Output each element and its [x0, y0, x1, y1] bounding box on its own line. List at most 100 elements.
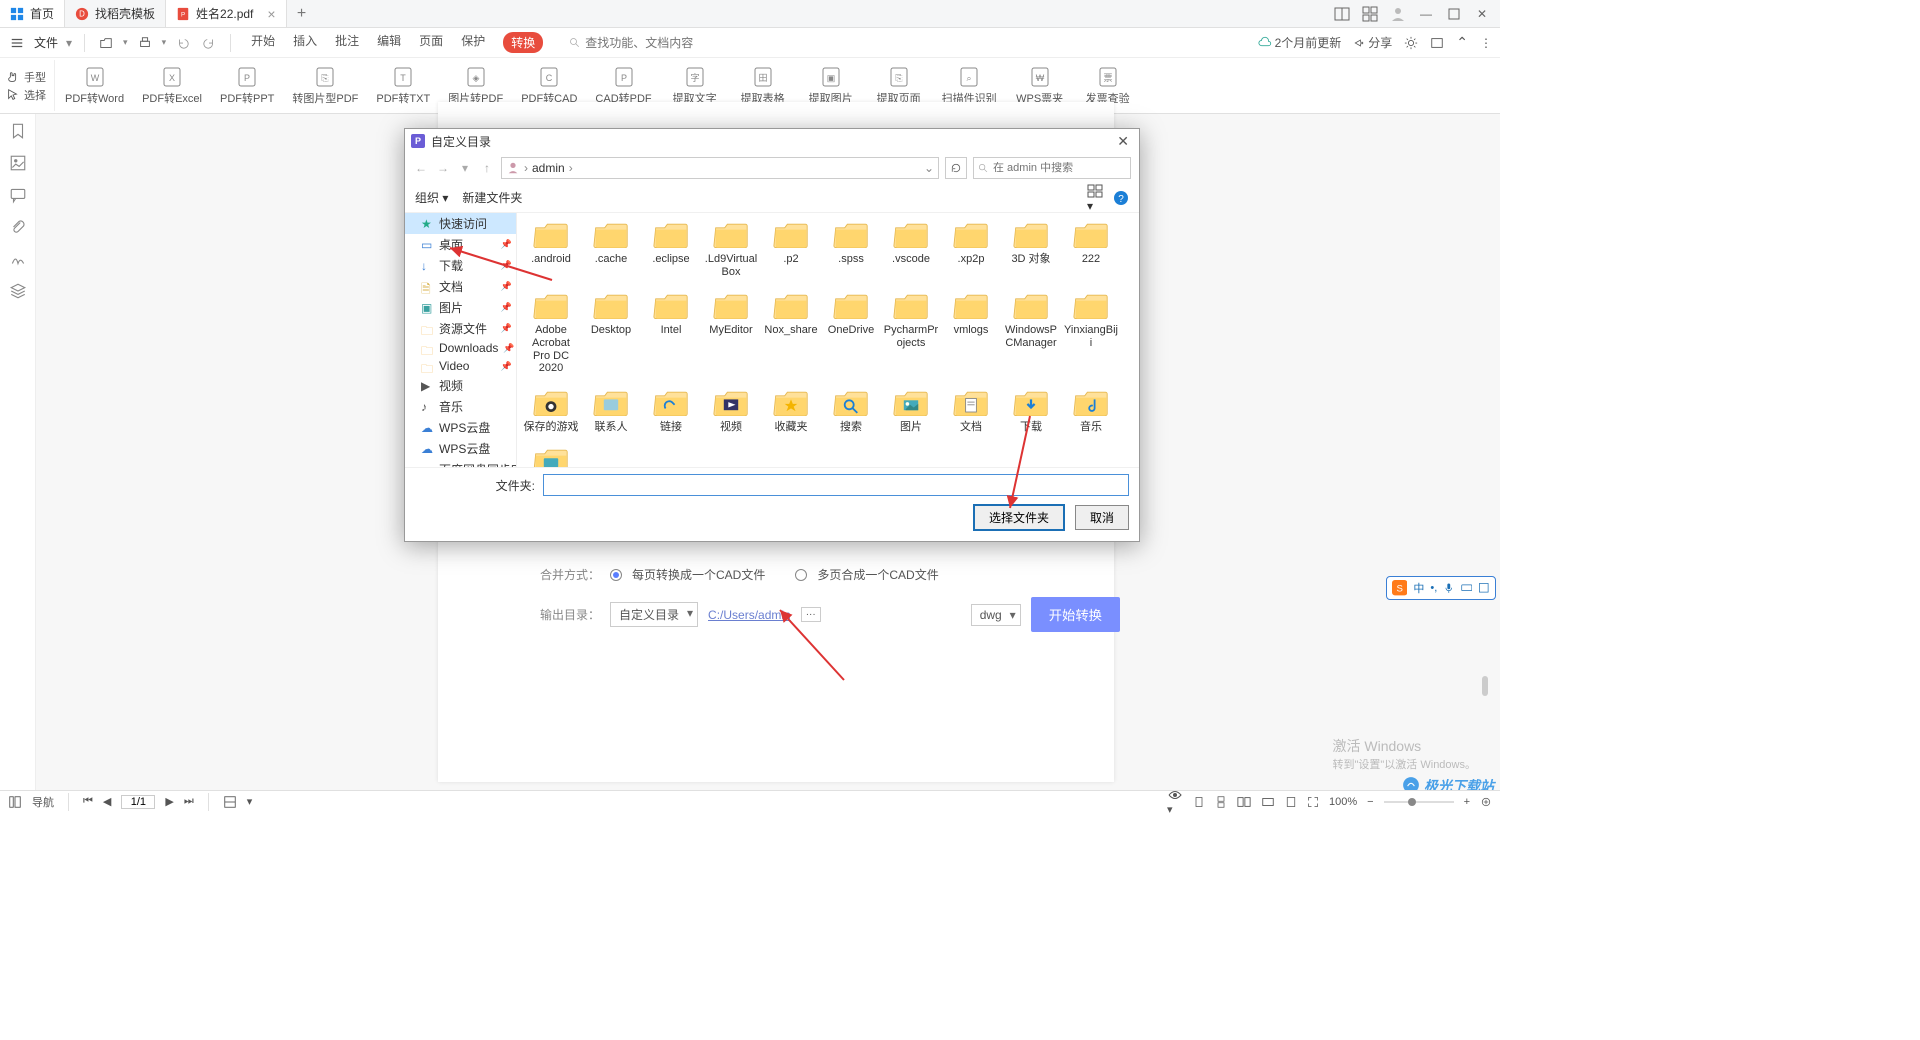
layers-icon[interactable]: [9, 282, 27, 300]
fit-icon[interactable]: [223, 795, 237, 809]
nav-label[interactable]: 导航: [32, 794, 54, 810]
select-mode[interactable]: 选择: [6, 87, 46, 103]
file-item[interactable]: 桌面: [523, 445, 579, 467]
maximize-icon[interactable]: [1442, 2, 1466, 26]
tree-item[interactable]: ▭桌面📌: [405, 234, 516, 255]
ime-keyboard-icon[interactable]: [1461, 582, 1473, 594]
up-icon[interactable]: ↑: [479, 161, 495, 175]
chevron-down-icon[interactable]: ▾: [162, 37, 167, 48]
file-item[interactable]: .android: [523, 219, 579, 278]
thumbnail-icon[interactable]: [9, 154, 27, 172]
fullscreen-icon[interactable]: [1307, 796, 1319, 808]
file-item[interactable]: Nox_share: [763, 290, 819, 375]
dialog-tree[interactable]: ★快速访问▭桌面📌↓下载📌🗎文档📌▣图片📌🗀资源文件📌🗀Downloads📌🗀V…: [405, 213, 517, 467]
minimize-icon[interactable]: —: [1414, 2, 1438, 26]
tree-item[interactable]: 🗎文档📌: [405, 276, 516, 297]
single-page-icon[interactable]: [1193, 796, 1205, 808]
back-icon[interactable]: ←: [413, 161, 429, 175]
layout-dropdown-icon[interactable]: ▾: [247, 795, 253, 808]
menu-start[interactable]: 开始: [251, 32, 275, 53]
tree-item[interactable]: 🗀Video📌: [405, 357, 516, 375]
forward-icon[interactable]: →: [435, 161, 451, 175]
view-mode-icon[interactable]: ▾: [1087, 183, 1103, 213]
user-icon[interactable]: [1386, 2, 1410, 26]
chevron-down-icon[interactable]: ▾: [66, 36, 72, 50]
output-mode-select[interactable]: 自定义目录: [610, 602, 698, 627]
file-item[interactable]: .spss: [823, 219, 879, 278]
page-scrollbar[interactable]: [1482, 676, 1488, 696]
window-mode-icon[interactable]: [1430, 36, 1444, 50]
ime-mic-icon[interactable]: [1443, 582, 1455, 594]
file-item[interactable]: Intel: [643, 290, 699, 375]
zoom-in-icon[interactable]: +: [1464, 796, 1470, 808]
ribbon-tool[interactable]: WPDF转Word: [65, 60, 124, 111]
new-folder-button[interactable]: 新建文件夹: [462, 189, 522, 206]
zoom-slider[interactable]: [1384, 797, 1454, 807]
tab-document[interactable]: P 姓名22.pdf ×: [166, 0, 287, 27]
close-icon[interactable]: ×: [267, 6, 275, 22]
tree-item[interactable]: ◐百度网盘同步空间: [405, 459, 516, 467]
function-search-input[interactable]: [585, 36, 725, 50]
fit-width-icon[interactable]: [1261, 795, 1275, 809]
fit-page-icon[interactable]: [1285, 796, 1297, 808]
ime-toolbar[interactable]: S 中 •,: [1386, 576, 1496, 600]
file-item[interactable]: Adobe Acrobat Pro DC 2020: [523, 290, 579, 375]
grid-icon[interactable]: [1358, 2, 1382, 26]
page-input[interactable]: [121, 795, 155, 809]
expand-icon[interactable]: [1480, 796, 1492, 808]
file-item[interactable]: .xp2p: [943, 219, 999, 278]
eye-icon[interactable]: ▾: [1167, 787, 1183, 816]
file-item[interactable]: 图片: [883, 387, 939, 434]
redo-icon[interactable]: [200, 34, 218, 52]
continuous-icon[interactable]: [1215, 796, 1227, 808]
tree-item[interactable]: ★快速访问: [405, 213, 516, 234]
merge-radio-multi[interactable]: [795, 569, 807, 581]
file-item[interactable]: 搜索: [823, 387, 879, 434]
last-page-icon[interactable]: ⏭: [184, 795, 194, 808]
file-item[interactable]: .cache: [583, 219, 639, 278]
layout-icon[interactable]: [1330, 2, 1354, 26]
tree-item[interactable]: ↓下载📌: [405, 255, 516, 276]
print-icon[interactable]: [136, 34, 154, 52]
tree-item[interactable]: ☁WPS云盘: [405, 438, 516, 459]
tree-item[interactable]: 🗀Downloads📌: [405, 339, 516, 357]
gear-icon[interactable]: [1404, 36, 1418, 50]
file-item[interactable]: 链接: [643, 387, 699, 434]
function-search[interactable]: [569, 36, 725, 50]
ime-lang[interactable]: 中: [1413, 580, 1424, 596]
file-menu[interactable]: 文件: [34, 34, 58, 51]
collapse-icon[interactable]: ⌃: [1456, 34, 1468, 51]
menu-edit[interactable]: 编辑: [377, 32, 401, 53]
signature-icon[interactable]: [9, 250, 27, 268]
browse-button[interactable]: ···: [801, 607, 821, 622]
file-item[interactable]: PycharmProjects: [883, 290, 939, 375]
dialog-search[interactable]: [973, 157, 1131, 179]
ribbon-tool[interactable]: TPDF转TXT: [376, 60, 430, 111]
tree-item[interactable]: ☁WPS云盘: [405, 417, 516, 438]
folder-name-input[interactable]: [543, 474, 1129, 496]
tree-item[interactable]: 🗀资源文件📌: [405, 318, 516, 339]
menu-page[interactable]: 页面: [419, 32, 443, 53]
file-item[interactable]: .vscode: [883, 219, 939, 278]
file-item[interactable]: 视频: [703, 387, 759, 434]
file-item[interactable]: vmlogs: [943, 290, 999, 375]
file-item[interactable]: MyEditor: [703, 290, 759, 375]
outline-icon[interactable]: [8, 795, 22, 809]
file-item[interactable]: 3D 对象: [1003, 219, 1059, 278]
file-item[interactable]: WindowsPCManager: [1003, 290, 1059, 375]
select-folder-button[interactable]: 选择文件夹: [973, 504, 1065, 531]
file-item[interactable]: .eclipse: [643, 219, 699, 278]
chevron-down-icon[interactable]: ▾: [123, 37, 128, 48]
output-path-link[interactable]: C:/Users/admin: [708, 608, 791, 622]
menu-convert[interactable]: 转换: [503, 32, 543, 53]
prev-page-icon[interactable]: ◀: [103, 795, 111, 808]
file-item[interactable]: .Ld9VirtualBox: [703, 219, 759, 278]
undo-icon[interactable]: [174, 34, 192, 52]
dialog-close-icon[interactable]: ✕: [1113, 133, 1133, 150]
two-page-icon[interactable]: [1237, 795, 1251, 809]
ribbon-tool[interactable]: PPDF转PPT: [220, 60, 274, 111]
format-select[interactable]: dwg: [971, 604, 1021, 626]
file-item[interactable]: 音乐: [1063, 387, 1119, 434]
merge-radio-each[interactable]: [610, 569, 622, 581]
close-window-icon[interactable]: ✕: [1470, 2, 1494, 26]
